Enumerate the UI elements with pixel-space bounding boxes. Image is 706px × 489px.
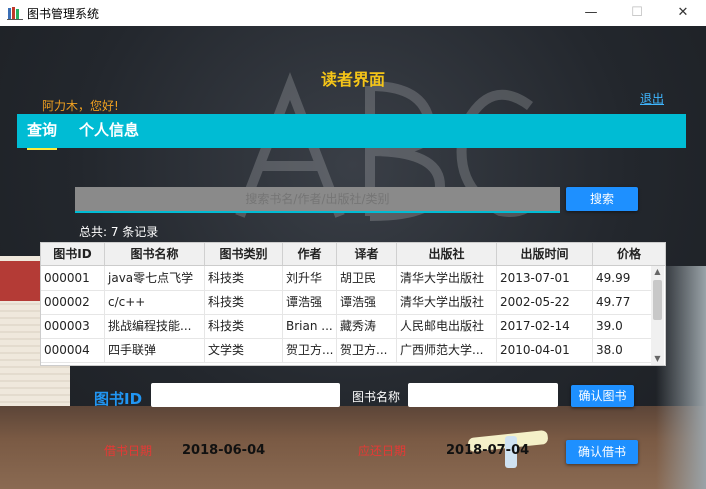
- table-cell: 胡卫民: [337, 266, 397, 290]
- main-content: 读者界面 阿力木，您好! 退出 查询 个人信息 搜索 总共: 7 条记录 图书I…: [0, 26, 706, 489]
- maximize-button[interactable]: ☐: [614, 0, 660, 26]
- table-cell: 四手联弹: [105, 338, 205, 362]
- table-header: 图书ID 图书名称 图书类别 作者 译者 出版社 出版时间 价格: [41, 243, 665, 266]
- close-button[interactable]: ✕: [660, 0, 706, 26]
- scroll-thumb[interactable]: [653, 280, 662, 320]
- scroll-up-icon[interactable]: ▲: [651, 266, 664, 278]
- window-titlebar: 图书管理系统 — ☐ ✕: [0, 0, 706, 26]
- table-cell: 清华大学出版社: [397, 290, 497, 314]
- borrow-date-label: 借书日期: [104, 444, 153, 458]
- greeting-text: 阿力木，您好!: [42, 99, 119, 113]
- due-date-value: 2018-07-04: [446, 443, 530, 458]
- table-cell: 000002: [41, 290, 105, 314]
- column-header[interactable]: 作者: [283, 243, 337, 265]
- table-row[interactable]: 000003 挑战编程技能... 科技类 Brian ... 藏秀涛 人民邮电出…: [41, 314, 651, 339]
- table-cell: 科技类: [205, 290, 283, 314]
- column-header[interactable]: 图书名称: [105, 243, 205, 265]
- book-id-input[interactable]: [151, 383, 340, 407]
- table-scrollbar[interactable]: ▲ ▼: [651, 266, 664, 365]
- books-app-icon: [7, 7, 23, 20]
- table-cell: 000001: [41, 266, 105, 290]
- books-table: 图书ID 图书名称 图书类别 作者 译者 出版社 出版时间 价格 000001 …: [40, 242, 666, 366]
- column-header[interactable]: 图书类别: [205, 243, 283, 265]
- book-name-label: 图书名称: [352, 390, 401, 404]
- table-cell: 谭浩强: [283, 290, 337, 314]
- table-cell: 49.77: [596, 295, 631, 309]
- column-header[interactable]: 出版社: [397, 243, 497, 265]
- minimize-button[interactable]: —: [568, 0, 614, 26]
- table-cell: 科技类: [205, 314, 283, 338]
- table-cell: 广西师范大学...: [397, 338, 497, 362]
- table-row[interactable]: 000004 四手联弹 文学类 贺卫方... 贺卫方... 广西师范大学... …: [41, 338, 651, 363]
- table-row[interactable]: 000002 c/c++ 科技类 谭浩强 谭浩强 清华大学出版社 2002-05…: [41, 290, 651, 315]
- table-cell: 贺卫方...: [337, 338, 397, 362]
- table-cell: 49.99: [596, 271, 631, 285]
- book-name-input[interactable]: [408, 383, 558, 407]
- table-cell: 贺卫方...: [283, 338, 337, 362]
- column-header[interactable]: 出版时间: [497, 243, 593, 265]
- table-cell: 38.0: [596, 343, 623, 357]
- table-cell: 科技类: [205, 266, 283, 290]
- table-cell: c/c++: [105, 290, 205, 314]
- table-cell: 000004: [41, 338, 105, 362]
- column-header[interactable]: 价格: [593, 243, 665, 265]
- borrow-date-value: 2018-06-04: [182, 443, 266, 458]
- table-cell: 2013-07-01: [497, 266, 593, 290]
- table-cell: 2010-04-01: [497, 338, 593, 362]
- table-cell: java零七点飞学: [105, 266, 205, 290]
- record-count: 总共: 7 条记录: [79, 225, 159, 239]
- table-cell: 2017-02-14: [497, 314, 593, 338]
- page-title: 读者界面: [320, 70, 385, 89]
- column-header[interactable]: 图书ID: [41, 243, 105, 265]
- logout-link[interactable]: 退出: [640, 90, 664, 107]
- table-cell: 谭浩强: [337, 290, 397, 314]
- table-cell: 人民邮电出版社: [397, 314, 497, 338]
- tab-personal-info[interactable]: 个人信息: [79, 114, 139, 148]
- table-cell: 文学类: [205, 338, 283, 362]
- book-id-label: 图书ID: [94, 390, 143, 408]
- column-header[interactable]: 译者: [337, 243, 397, 265]
- table-cell: 清华大学出版社: [397, 266, 497, 290]
- books-decoration-red: [0, 261, 40, 301]
- table-row[interactable]: 000001 java零七点飞学 科技类 刘升华 胡卫民 清华大学出版社 201…: [41, 266, 651, 291]
- scroll-down-icon[interactable]: ▼: [651, 353, 664, 365]
- table-cell: 000003: [41, 314, 105, 338]
- window-title: 图书管理系统: [27, 7, 100, 21]
- table-cell: 刘升华: [283, 266, 337, 290]
- tab-query[interactable]: 查询: [27, 114, 58, 150]
- confirm-borrow-button[interactable]: 确认借书: [566, 440, 638, 464]
- table-cell: 39.0: [596, 319, 623, 333]
- search-button[interactable]: 搜索: [566, 187, 638, 211]
- nav-bar: 查询 个人信息: [17, 114, 686, 150]
- confirm-book-button[interactable]: 确认图书: [571, 385, 634, 407]
- table-cell: 挑战编程技能...: [105, 314, 205, 338]
- search-input[interactable]: [75, 187, 560, 213]
- due-date-label: 应还日期: [358, 444, 407, 458]
- table-cell: Brian ...: [283, 314, 337, 338]
- table-cell: 2002-05-22: [497, 290, 593, 314]
- table-cell: 藏秀涛: [337, 314, 397, 338]
